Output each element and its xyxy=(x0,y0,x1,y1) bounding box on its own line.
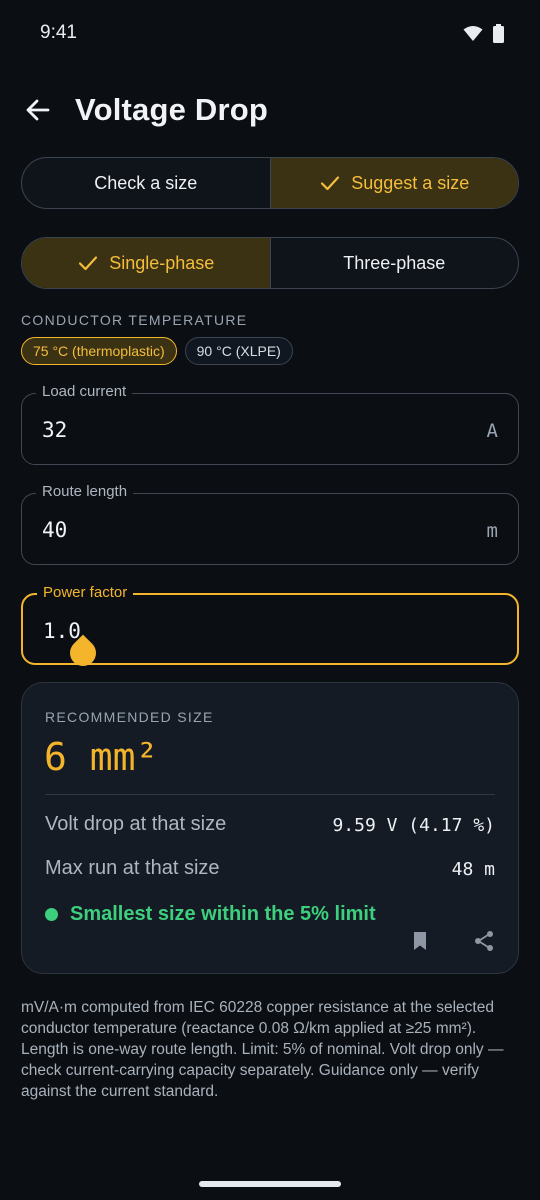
power-factor-value: 1.0 xyxy=(43,619,81,643)
check-icon xyxy=(321,176,340,191)
app-bar: Voltage Drop xyxy=(0,86,540,140)
route-length-unit: m xyxy=(486,520,498,542)
card-actions xyxy=(408,929,496,953)
status-time: 9:41 xyxy=(40,22,77,43)
route-length-value: 40 xyxy=(42,518,68,542)
divider xyxy=(45,794,495,795)
conductor-temperature-label: CONDUCTOR TEMPERATURE xyxy=(21,312,248,328)
max-run-value: 48 m xyxy=(451,859,495,880)
footnote: mV/A·m computed from IEC 60228 copper re… xyxy=(21,999,504,1100)
status-icons xyxy=(463,24,504,43)
battery-icon xyxy=(493,24,504,43)
three-phase-option[interactable]: Three-phase xyxy=(269,238,519,288)
back-arrow-icon[interactable] xyxy=(22,94,54,126)
conductor-temperature-chips: 75 °C (thermoplastic) 90 °C (XLPE) xyxy=(21,337,293,365)
route-length-field[interactable]: Route length 40 m xyxy=(21,483,519,565)
power-factor-field[interactable]: Power factor 1.0 xyxy=(21,584,519,672)
single-phase-option[interactable]: Single-phase xyxy=(22,238,270,288)
phase-toggle: Single-phase Three-phase xyxy=(21,237,519,289)
result-card: RECOMMENDED SIZE 6 mm² Volt drop at that… xyxy=(21,682,519,974)
bookmark-icon[interactable] xyxy=(408,929,432,953)
route-length-label: Route length xyxy=(36,483,134,500)
check-icon xyxy=(79,256,98,271)
recommended-size-label: RECOMMENDED SIZE xyxy=(45,709,214,725)
mode-toggle: Check a size Suggest a size xyxy=(21,157,519,209)
max-run-label: Max run at that size xyxy=(45,857,220,879)
chip-90c[interactable]: 90 °C (XLPE) xyxy=(184,337,293,365)
home-indicator[interactable] xyxy=(199,1181,341,1187)
check-a-size-option[interactable]: Check a size xyxy=(22,158,270,208)
share-icon[interactable] xyxy=(472,929,496,953)
status-bar: 9:41 xyxy=(0,0,540,68)
single-phase-label: Single-phase xyxy=(109,252,215,273)
page-title: Voltage Drop xyxy=(75,92,269,127)
chip-75c[interactable]: 75 °C (thermoplastic) xyxy=(21,337,177,365)
check-a-size-label: Check a size xyxy=(94,172,198,193)
volt-drop-value: 9.59 V (4.17 %) xyxy=(332,815,495,836)
suggest-a-size-label: Suggest a size xyxy=(351,172,470,193)
volt-drop-label: Volt drop at that size xyxy=(45,813,227,835)
suggest-a-size-option[interactable]: Suggest a size xyxy=(269,158,518,208)
status-text: Smallest size within the 5% limit xyxy=(70,903,376,925)
recommended-size-value: 6 mm² xyxy=(44,735,159,779)
status-dot xyxy=(45,908,58,921)
load-current-unit: A xyxy=(486,420,498,442)
three-phase-label: Three-phase xyxy=(343,252,446,273)
load-current-field[interactable]: Load current 32 A xyxy=(21,383,519,465)
status-line: Smallest size within the 5% limit xyxy=(45,903,376,926)
power-factor-label: Power factor xyxy=(37,584,134,601)
load-current-label: Load current xyxy=(36,383,133,400)
wifi-icon xyxy=(463,26,483,41)
load-current-value: 32 xyxy=(42,418,68,442)
